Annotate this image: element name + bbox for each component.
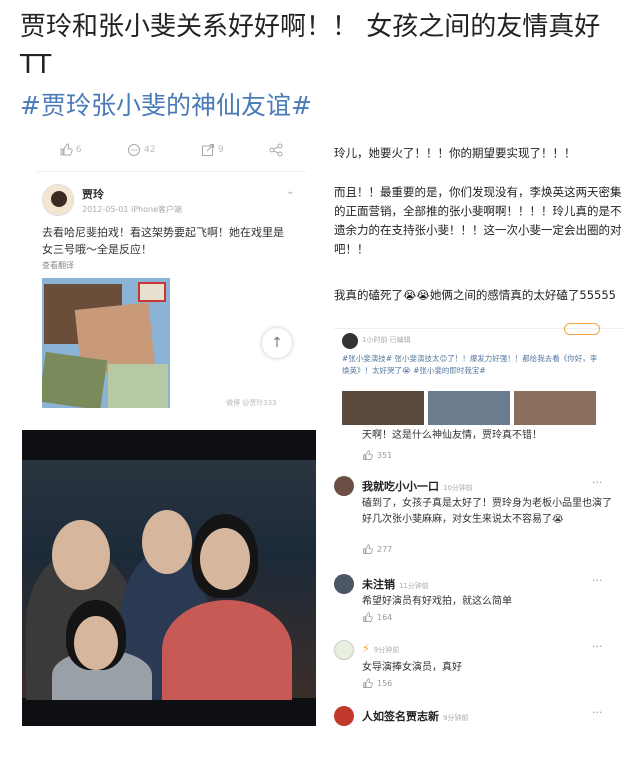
like-count: 156 (377, 679, 393, 688)
embedded-post-text: #张小斐演技# 张小斐演技太😊了！！爆发力好强！！都给我去看《你好，李焕英》！太… (342, 354, 598, 375)
chevron-down-icon[interactable]: ⌄ (286, 186, 294, 197)
avatar[interactable] (334, 640, 354, 660)
share-icon (201, 143, 214, 156)
share-count: 9 (217, 144, 224, 155)
comment-text: 天啊！这是什么神仙友情，贾玲真不错！ (362, 430, 542, 441)
comment-like[interactable]: 156 (362, 678, 392, 689)
comment-item: 人如签名贾志新 9分钟前 ··· (334, 706, 624, 730)
hashtag-topic[interactable]: #贾玲张小斐的神仙友谊# (20, 86, 312, 122)
comment-count: 42 (144, 144, 156, 155)
like-count: 351 (377, 451, 393, 460)
thumbnail[interactable] (342, 391, 424, 425)
comment-text: 希望好演员有好戏拍，就这么简单 (362, 596, 512, 607)
comment-text: 磕到了，女孩子真是太好了！贾玲身为老板小品里也演了好几次张小斐麻麻，对女生来说太… (362, 498, 612, 525)
like-icon (363, 544, 373, 554)
comment-time: 10分钟前 (443, 484, 473, 492)
figure (162, 600, 292, 700)
avatar[interactable] (342, 333, 358, 349)
movie-scene (22, 460, 316, 700)
like-count: 6 (75, 144, 82, 155)
link-action[interactable] (269, 143, 283, 157)
movie-still (22, 430, 316, 726)
link-icon (269, 143, 283, 156)
commentary-paragraph: 我真的磕死了😭😭她俩之间的感情真的太好磕了55555 (334, 288, 616, 302)
translate-link[interactable]: 查看翻译 (42, 260, 74, 271)
post-meta: 1小时前 已编辑 (362, 336, 411, 344)
comment-text: 女导演捧女演员，真好 (362, 662, 462, 673)
arrow-up-icon: ↑ (271, 335, 283, 351)
embedded-images (342, 391, 596, 425)
comment-item: ⚡ 9分钟前 ··· 女导演捧女演员，真好 156 (334, 640, 624, 692)
thumbnail[interactable] (514, 391, 596, 425)
avatar[interactable] (334, 574, 354, 594)
post-photo-collage[interactable] (42, 278, 170, 408)
more-icon[interactable]: ··· (592, 706, 603, 719)
comment-like[interactable]: 351 (362, 450, 392, 461)
scroll-to-top-button[interactable]: ↑ (262, 328, 292, 358)
like-count: 164 (377, 613, 393, 622)
commentary-paragraph: 而且！！最重要的是，你们发现没有，李焕英这两天密集的正面营销，全部推的张小斐啊啊… (334, 185, 622, 256)
post-meta: 2012-05-01 iPhone客户端 (82, 205, 183, 214)
avatar[interactable] (334, 706, 354, 726)
comment-item: 天啊！这是什么神仙友情，贾玲真不错！ 351 (334, 428, 624, 462)
comment-time: 11分钟前 (399, 582, 429, 590)
author-avatar-wrap[interactable] (42, 184, 74, 216)
post-text: 去看哈尼斐拍戏！看这架势要起飞啊！她在戏里是女三号哦～全是反应！ (42, 226, 284, 256)
face (142, 510, 192, 574)
like-icon (60, 142, 73, 155)
comment-icon (128, 143, 140, 156)
like-icon (363, 678, 373, 688)
follow-button[interactable] (564, 323, 600, 335)
comment-time: 9分钟前 (443, 714, 469, 722)
thumbnail[interactable] (428, 391, 510, 425)
author-name[interactable]: 贾玲 (82, 186, 104, 202)
more-icon[interactable]: ··· (592, 574, 603, 587)
collage-photo (42, 351, 108, 408)
avatar[interactable] (42, 184, 74, 216)
comment-item: 我就吃小小一口 10分钟前 ··· 磕到了，女孩子真是太好了！贾玲身为老板小品里也… (334, 476, 624, 558)
collage-photo (138, 282, 166, 302)
comment-like[interactable]: 164 (362, 612, 392, 623)
like-action[interactable]: 6 (59, 142, 82, 157)
weibo-post-screenshot: 6 42 9 贾玲 2012-05-01 iPhone客户端 ⌄ 去看哈尼斐拍戏… (36, 128, 306, 410)
like-count: 277 (377, 545, 393, 554)
commenter-name[interactable]: 我就吃小小一口 10分钟前 (362, 478, 473, 494)
face (52, 520, 110, 590)
face (74, 616, 118, 670)
like-icon (363, 450, 373, 460)
face (200, 528, 250, 590)
headline: 贾玲和张小斐关系好好啊！！ 女孩之间的友情真好TT (20, 12, 601, 80)
collage-photo (108, 364, 168, 408)
comment-time: 9分钟前 (373, 646, 400, 654)
comment-action[interactable]: 42 (127, 143, 155, 157)
more-icon[interactable]: ··· (592, 476, 603, 489)
avatar[interactable] (334, 476, 354, 496)
post-action-bar: 6 42 9 (36, 128, 306, 172)
more-icon[interactable]: ··· (592, 640, 603, 653)
commenter-name[interactable]: 未注销 11分钟前 (362, 576, 429, 592)
like-icon (363, 612, 373, 622)
watermark: 微博 @贾玲333 (226, 399, 277, 407)
commenter-name[interactable]: 人如签名贾志新 9分钟前 (362, 708, 468, 724)
commentary-line: 玲儿，她要火了！！！你的期望要实现了！！！ (334, 146, 576, 160)
share-action[interactable]: 9 (201, 143, 224, 157)
embedded-post-card: 1小时前 已编辑 #张小斐演技# 张小斐演技太😊了！！爆发力好强！！都给我去看《… (334, 323, 624, 426)
comment-like[interactable]: 277 (362, 544, 392, 555)
comment-item: 未注销 11分钟前 ··· 希望好演员有好戏拍，就这么简单 164 (334, 574, 624, 624)
bolt-icon: ⚡ (362, 642, 370, 655)
commenter-name[interactable]: ⚡ 9分钟前 (362, 642, 399, 655)
